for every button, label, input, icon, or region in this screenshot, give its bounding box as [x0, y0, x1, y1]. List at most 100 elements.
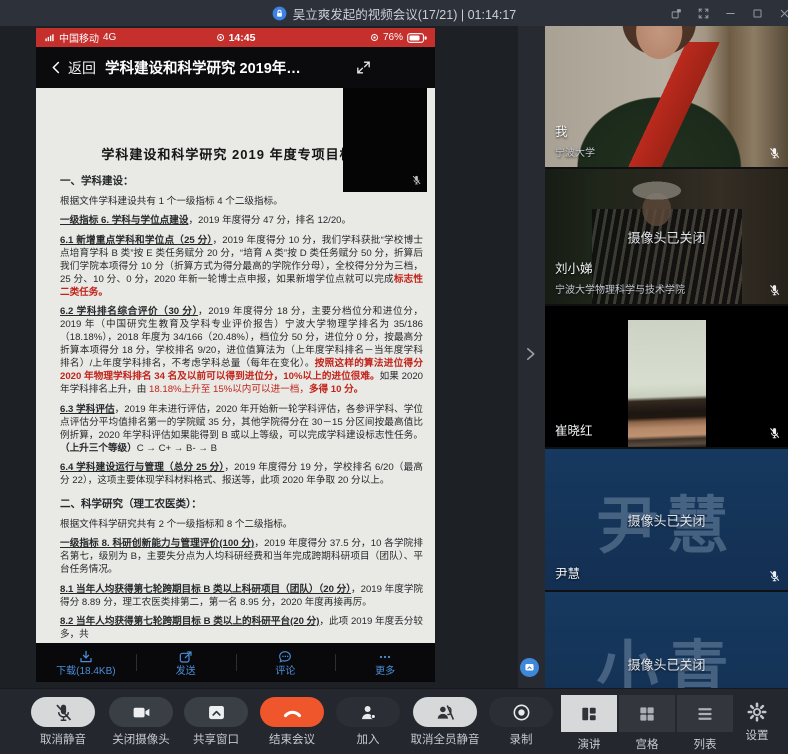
doc-text: 根据文件科学研究共有 2 个一级指标和 8 个二级指标。 — [60, 519, 292, 530]
mic-muted-icon — [768, 282, 781, 298]
record-button[interactable]: 录制 — [476, 689, 566, 747]
record-button-pill — [489, 697, 553, 727]
participant-tile[interactable]: 摄像头已关闭刘小娣宁波大学物理科学与技术学院 — [545, 169, 788, 304]
fullscreen-button[interactable] — [693, 3, 713, 23]
view-mode-label: 演讲 — [578, 736, 601, 752]
toolbar-button-label: 取消全员静音 — [411, 731, 480, 747]
phone-toolbar-label: 评论 — [275, 666, 295, 677]
camera-off-label: 摄像头已关闭 — [545, 510, 788, 529]
participant-tile[interactable]: 我宁波大学 — [545, 26, 788, 167]
doc-text: 根据文件学科建设共有 1 个一级指标 4 个二级指标。 — [60, 196, 283, 207]
clock-label: 14:45 — [229, 32, 256, 44]
chat-bubble-button[interactable] — [520, 658, 539, 677]
shared-screen: 中国移动 4G 14:45 76% — [0, 26, 545, 688]
close-button[interactable] — [774, 3, 788, 23]
doc-paragraph: 6.3 学科评估，2019 年未进行评估，2020 年开始新一轮学科评估，各参评… — [60, 403, 423, 455]
doc-paragraph: 6.1 新增重点学科和学位点（25 分），2019 年度得分 10 分，我们学科… — [60, 234, 423, 299]
participant-tile[interactable]: 尹慧摄像头已关闭尹慧 — [545, 449, 788, 590]
doc-text: 6.3 学科评估 — [60, 404, 115, 415]
phone-doc-title: 学科建设和科学研究 2019年… — [105, 57, 301, 78]
doc-paragraph: 6.4 学科建设运行与管理（总分 25 分），2019 年度得分 19 分，学校… — [60, 461, 423, 487]
doc-paragraph: 二、科学研究（理工农医类）： — [60, 498, 423, 511]
view-grid-button[interactable]: 宫格 — [619, 689, 675, 752]
share-window-button-pill — [184, 697, 248, 727]
document-body: 一、学科建设： 根据文件学科建设共有 1 个一级指标 4 个二级指标。一级指标 6… — [60, 175, 423, 641]
toolbar-button-label: 录制 — [510, 731, 533, 747]
participant-tile[interactable]: 崔晓红 — [545, 306, 788, 447]
status-dot-icon — [370, 33, 379, 42]
phone-more-button: 更多 — [335, 643, 435, 682]
participant-name: 尹慧 — [555, 563, 580, 582]
toolbar-button-label: 结束会议 — [269, 731, 315, 747]
share-window-icon — [206, 702, 227, 723]
maximize-button[interactable] — [747, 3, 767, 23]
toolbar-button-label: 共享窗口 — [193, 731, 239, 747]
participant-tile[interactable]: 小青摄像头已关闭 — [545, 592, 788, 688]
portrait-video-strip — [628, 320, 706, 447]
window-controls — [666, 0, 788, 26]
view-list-button-square — [677, 695, 733, 732]
mute-toggle-button-pill — [31, 697, 95, 727]
phone-status-left: 中国移动 4G — [44, 30, 116, 45]
camera-off-video-overlay — [343, 88, 427, 192]
list-view-icon — [695, 704, 715, 724]
mute-toggle-button[interactable]: 取消静音 — [18, 689, 108, 747]
phone-status-center: 14:45 — [216, 32, 256, 44]
phone-back-label: 返回 — [68, 58, 96, 78]
phone-toolbar-label: 发送 — [176, 666, 196, 677]
participant-org: 宁波大学 — [555, 144, 595, 159]
minimize-button[interactable] — [720, 3, 740, 23]
doc-text: 一、学科建设： — [60, 175, 134, 187]
participant-labels: 我宁波大学 — [555, 121, 595, 159]
participant-labels: 刘小娣宁波大学物理科学与技术学院 — [555, 258, 685, 296]
comment-icon — [277, 649, 293, 665]
phone-bottom-toolbar: 下载(18.4KB) 发送 评论 更多 — [36, 643, 435, 682]
battery-icon — [407, 33, 427, 43]
phone-status-right: 76% — [370, 32, 427, 43]
mic-muted-icon — [411, 173, 422, 187]
toolbar-button-label: 关闭摄像头 — [112, 731, 170, 747]
back-chevron-icon — [49, 60, 64, 75]
view-speaker-button[interactable]: 演讲 — [561, 689, 617, 752]
settings-label: 设置 — [746, 727, 769, 743]
camera-off-label: 摄像头已关闭 — [545, 227, 788, 246]
phone-nav-bar: 返回 学科建设和科学研究 2019年… — [36, 47, 435, 88]
chat-window-icon — [523, 661, 536, 674]
doc-text: 6.2 学科排名综合评价（30 分） — [60, 306, 198, 317]
participant-name: 刘小娣 — [555, 258, 685, 277]
person-add-icon — [358, 702, 379, 723]
record-icon — [511, 702, 532, 723]
camera-icon — [131, 702, 152, 723]
bottom-toolbar: 设置 取消静音关闭摄像头共享窗口结束会议加入取消全员静音录制演讲宫格列表 — [0, 688, 788, 754]
end-meeting-button-pill — [260, 697, 324, 727]
doc-paragraph: 8.2 当年人均获得第七轮跨期目标 B 类以上的科研平台(20 分)，此项 20… — [60, 615, 423, 641]
view-list-button[interactable]: 列表 — [677, 689, 733, 752]
status-dot-icon — [216, 33, 225, 42]
phone-status-bar: 中国移动 4G 14:45 76% — [36, 28, 435, 47]
doc-text: C → C+ → B- → B — [137, 443, 217, 454]
send-icon — [178, 649, 194, 665]
doc-text: 一级指标 8. 科研创新能力与管理评价(100 分) — [60, 538, 254, 549]
doc-paragraph: 一级指标 6. 学科与学位点建设，2019 年度得分 47 分，排名 12/20… — [60, 214, 423, 227]
participants-sidebar: 我宁波大学摄像头已关闭刘小娣宁波大学物理科学与技术学院崔晓红尹慧摄像头已关闭尹慧… — [545, 26, 788, 688]
participant-labels: 尹慧 — [555, 563, 580, 582]
doc-text: ，2019 年度得分 47 分，排名 12/20。 — [188, 215, 351, 226]
phone-download-button: 下载(18.4KB) — [36, 643, 136, 682]
popout-button[interactable] — [666, 3, 686, 23]
doc-paragraph: 根据文件学科建设共有 1 个一级指标 4 个二级指标。 — [60, 195, 423, 208]
doc-text: 18.18%上升至 15%以内可以进一档， — [149, 384, 309, 395]
chevron-right-icon — [521, 343, 539, 365]
fullscreen-icon — [697, 7, 710, 20]
doc-text: 多得 10 分。 — [309, 384, 363, 395]
speaker-view-icon — [579, 704, 599, 724]
maximize-icon — [751, 7, 764, 20]
doc-paragraph: 6.2 学科排名综合评价（30 分），2019 年度得分 18 分，主要分档位分… — [60, 305, 423, 396]
battery-percent-label: 76% — [383, 32, 403, 43]
meeting-app-window: 吴立爽发起的视频会议(17/21) | 01:14:17 中国移动 4G 14:… — [0, 0, 788, 754]
doc-text: 二、科学研究（理工农医类）： — [60, 498, 202, 510]
view-mode-label: 宫格 — [636, 736, 659, 752]
collapse-sidebar-button[interactable] — [521, 343, 543, 369]
doc-paragraph: 一级指标 8. 科研创新能力与管理评价(100 分)，2019 年度得分 37.… — [60, 537, 423, 576]
settings-button[interactable]: 设置 — [727, 689, 787, 743]
view-speaker-button-square — [561, 695, 617, 732]
